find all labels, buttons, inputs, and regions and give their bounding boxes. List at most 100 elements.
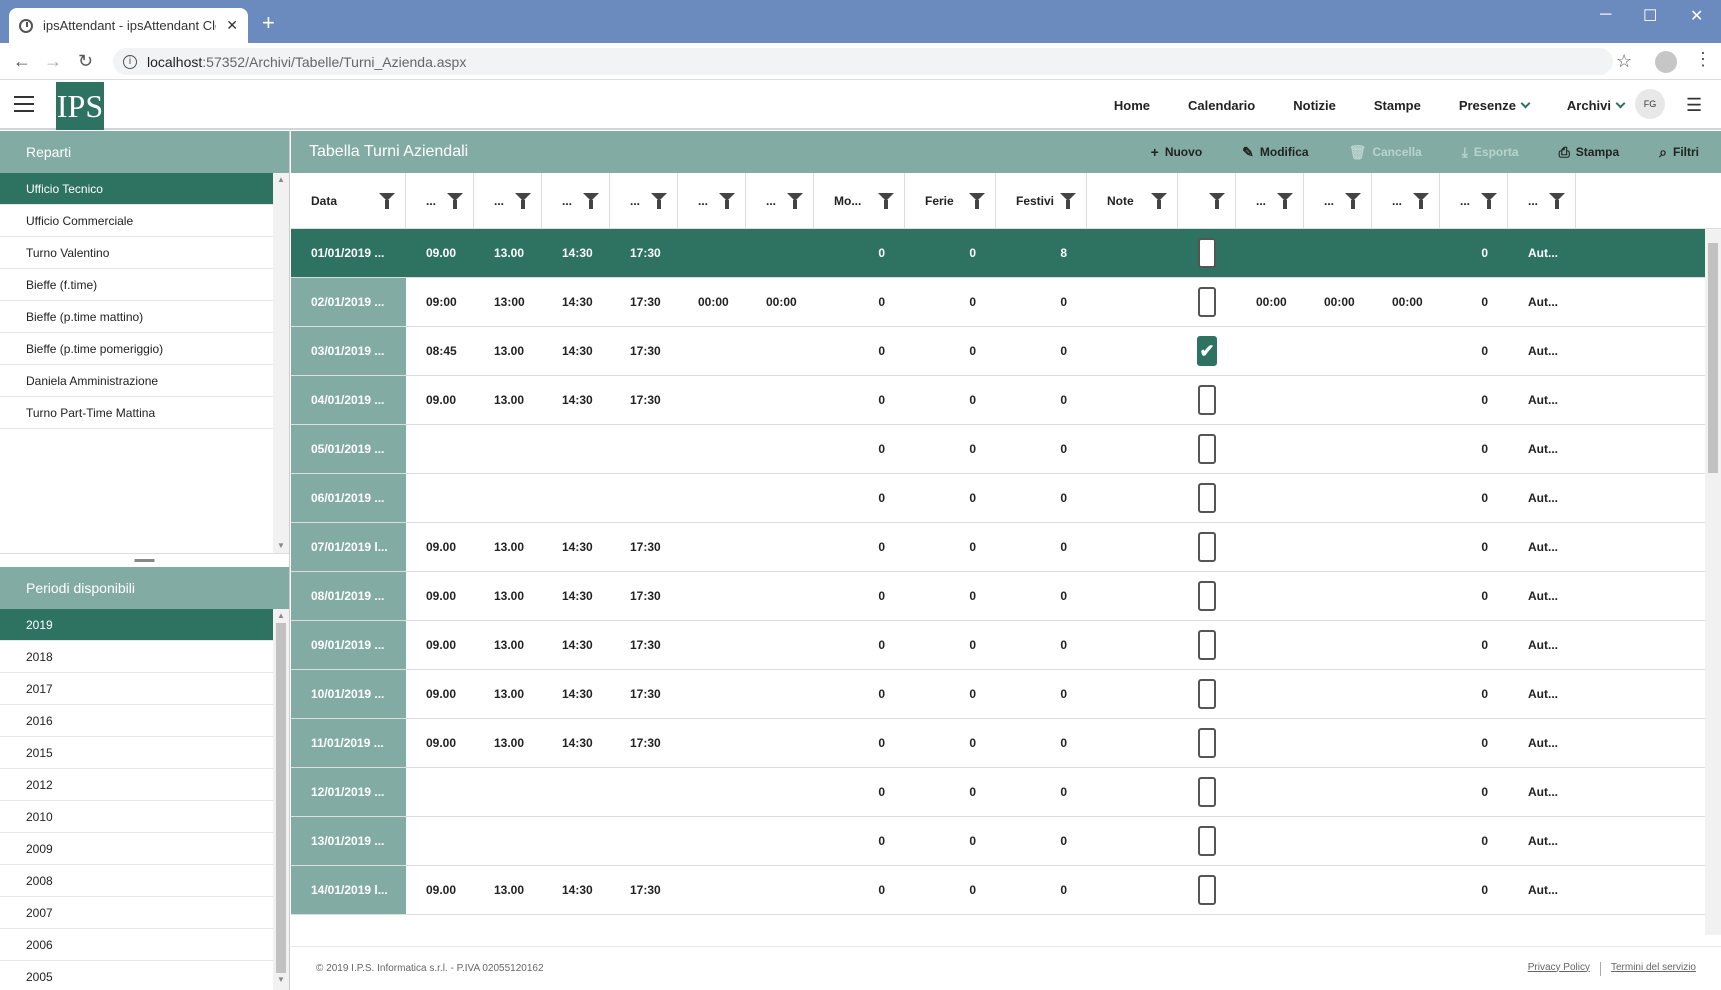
row-checkbox[interactable]: [1198, 532, 1216, 562]
column-header[interactable]: [1178, 173, 1236, 228]
row-checkbox[interactable]: [1198, 385, 1216, 415]
filter-icon[interactable]: [1549, 192, 1565, 209]
filter-icon[interactable]: [1209, 192, 1225, 209]
column-header[interactable]: ...: [678, 173, 746, 228]
table-row[interactable]: 11/01/2019 ... 09.00 13.00 14:30 17:30 0 0 0 0 Au…: [291, 719, 1721, 768]
reparti-scrollbar[interactable]: ▲ ▼: [273, 173, 289, 553]
column-header[interactable]: ...: [1440, 173, 1508, 228]
row-checkbox[interactable]: [1198, 777, 1216, 807]
table-row[interactable]: 02/01/2019 ... 09:00 13:00 14:30 17:30 00:00 0…: [291, 278, 1721, 327]
filter-icon[interactable]: [878, 192, 894, 209]
terms-link[interactable]: Termini del servizio: [1611, 962, 1696, 976]
row-checkbox[interactable]: [1198, 875, 1216, 905]
column-header[interactable]: ...: [610, 173, 678, 228]
table-row[interactable]: 12/01/2019 ... 0 0 0 0 Aut...: [291, 768, 1721, 817]
column-header[interactable]: ...: [1236, 173, 1304, 228]
minimize-icon[interactable]: ─: [1600, 6, 1611, 24]
reparto-item[interactable]: Bieffe (p.time pomeriggio): [0, 333, 273, 365]
filtri-button[interactable]: ⌕ Filtri: [1659, 144, 1699, 161]
column-header[interactable]: ...: [474, 173, 542, 228]
column-header[interactable]: ...: [406, 173, 474, 228]
filter-icon[interactable]: [583, 192, 599, 209]
filter-icon[interactable]: [1151, 192, 1167, 209]
periodo-item[interactable]: 2010: [0, 801, 273, 833]
panel-splitter[interactable]: ▬▬: [0, 553, 289, 567]
table-row[interactable]: 09/01/2019 ... 09.00 13.00 14:30 17:30 0 0 0 0 Au…: [291, 621, 1721, 670]
scroll-down-icon[interactable]: ▼: [273, 973, 289, 987]
filter-icon[interactable]: [651, 192, 667, 209]
periodo-item[interactable]: 2005: [0, 961, 273, 990]
table-row[interactable]: 04/01/2019 ... 09.00 13.00 14:30 17:30 0 0 0 0 Au…: [291, 376, 1721, 425]
row-checkbox[interactable]: [1198, 728, 1216, 758]
info-icon[interactable]: i: [123, 54, 137, 69]
filter-icon[interactable]: [787, 192, 803, 209]
row-checkbox[interactable]: [1198, 630, 1216, 660]
periodo-item[interactable]: 2018: [0, 641, 273, 673]
column-header[interactable]: Mo...: [814, 173, 905, 228]
table-row[interactable]: 05/01/2019 ... 0 0 0 0 Aut...: [291, 425, 1721, 474]
nuovo-button[interactable]: + Nuovo: [1151, 144, 1203, 160]
scroll-thumb[interactable]: [276, 623, 286, 973]
row-checkbox[interactable]: ✔: [1197, 336, 1217, 366]
cancella-button[interactable]: 🗑 Cancella: [1349, 144, 1422, 161]
filter-icon[interactable]: [719, 192, 735, 209]
stampa-button[interactable]: ⎙ Stampa: [1559, 144, 1620, 161]
column-header[interactable]: ...: [542, 173, 610, 228]
close-window-icon[interactable]: ✕: [1690, 6, 1703, 26]
filter-icon[interactable]: [1060, 192, 1076, 209]
periodo-item[interactable]: 2006: [0, 929, 273, 961]
user-avatar[interactable]: FG: [1635, 89, 1665, 119]
reparto-item[interactable]: Ufficio Commerciale: [0, 205, 273, 237]
periodo-item[interactable]: 2015: [0, 737, 273, 769]
scroll-up-icon[interactable]: ▲: [273, 609, 289, 623]
column-header[interactable]: Note: [1087, 173, 1178, 228]
filter-icon[interactable]: [1277, 192, 1293, 209]
maximize-icon[interactable]: ☐: [1643, 6, 1657, 26]
row-checkbox[interactable]: [1198, 581, 1216, 611]
filter-icon[interactable]: [515, 192, 531, 209]
column-header[interactable]: ...: [746, 173, 814, 228]
reparto-item[interactable]: Turno Part-Time Mattina: [0, 397, 273, 429]
reparto-item[interactable]: Ufficio Tecnico: [0, 173, 273, 205]
scroll-thumb[interactable]: [1708, 243, 1718, 473]
column-header[interactable]: Data: [291, 173, 406, 228]
profile-icon[interactable]: [1655, 51, 1677, 73]
nav-calendario[interactable]: Calendario: [1169, 98, 1274, 113]
column-header[interactable]: ...: [1508, 173, 1576, 228]
filter-icon[interactable]: [969, 192, 985, 209]
modifica-button[interactable]: ✎ Modifica: [1242, 144, 1308, 161]
table-row[interactable]: 10/01/2019 ... 09.00 13.00 14:30 17:30 0 0 0 0 Au…: [291, 670, 1721, 719]
periodo-item[interactable]: 2007: [0, 897, 273, 929]
column-header[interactable]: Ferie: [905, 173, 996, 228]
reparto-item[interactable]: Daniela Amministrazione: [0, 365, 273, 397]
row-checkbox[interactable]: [1198, 826, 1216, 856]
filter-icon[interactable]: [1481, 192, 1497, 209]
forward-icon[interactable]: →: [44, 51, 62, 72]
reparto-item[interactable]: Turno Valentino: [0, 237, 273, 269]
scroll-up-icon[interactable]: ▲: [273, 173, 289, 187]
privacy-link[interactable]: Privacy Policy: [1528, 962, 1590, 976]
hamburger-menu-icon[interactable]: [14, 96, 34, 112]
ips-logo[interactable]: IPS: [56, 82, 104, 130]
reload-icon[interactable]: ↻: [78, 51, 93, 72]
esporta-button[interactable]: ⤓ Esporta: [1462, 144, 1519, 161]
periodo-item[interactable]: 2009: [0, 833, 273, 865]
side-menu-toggle-icon[interactable]: ☰: [1686, 95, 1702, 116]
table-row[interactable]: 06/01/2019 ... 0 0 0 0 Aut...: [291, 474, 1721, 523]
filter-icon[interactable]: [447, 192, 463, 209]
periodo-item[interactable]: 2016: [0, 705, 273, 737]
column-header[interactable]: Festivi: [996, 173, 1087, 228]
new-tab-icon[interactable]: +: [262, 12, 275, 34]
row-checkbox[interactable]: [1198, 238, 1216, 268]
grid-scrollbar[interactable]: [1705, 229, 1721, 935]
back-icon[interactable]: ←: [13, 51, 31, 72]
browser-tab[interactable]: ipsAttendant - ipsAttendant Clou ✕: [9, 8, 248, 43]
nav-home[interactable]: Home: [1095, 98, 1169, 113]
nav-stampe[interactable]: Stampe: [1355, 98, 1440, 113]
periodo-item[interactable]: 2019: [0, 609, 273, 641]
nav-archivi[interactable]: Archivi: [1548, 98, 1643, 113]
reparto-item[interactable]: Bieffe (p.time mattino): [0, 301, 273, 333]
row-checkbox[interactable]: [1198, 679, 1216, 709]
filter-icon[interactable]: [1345, 192, 1361, 209]
table-row[interactable]: 07/01/2019 l... 09.00 13.00 14:30 17:30 0 0 0 0 A…: [291, 523, 1721, 572]
